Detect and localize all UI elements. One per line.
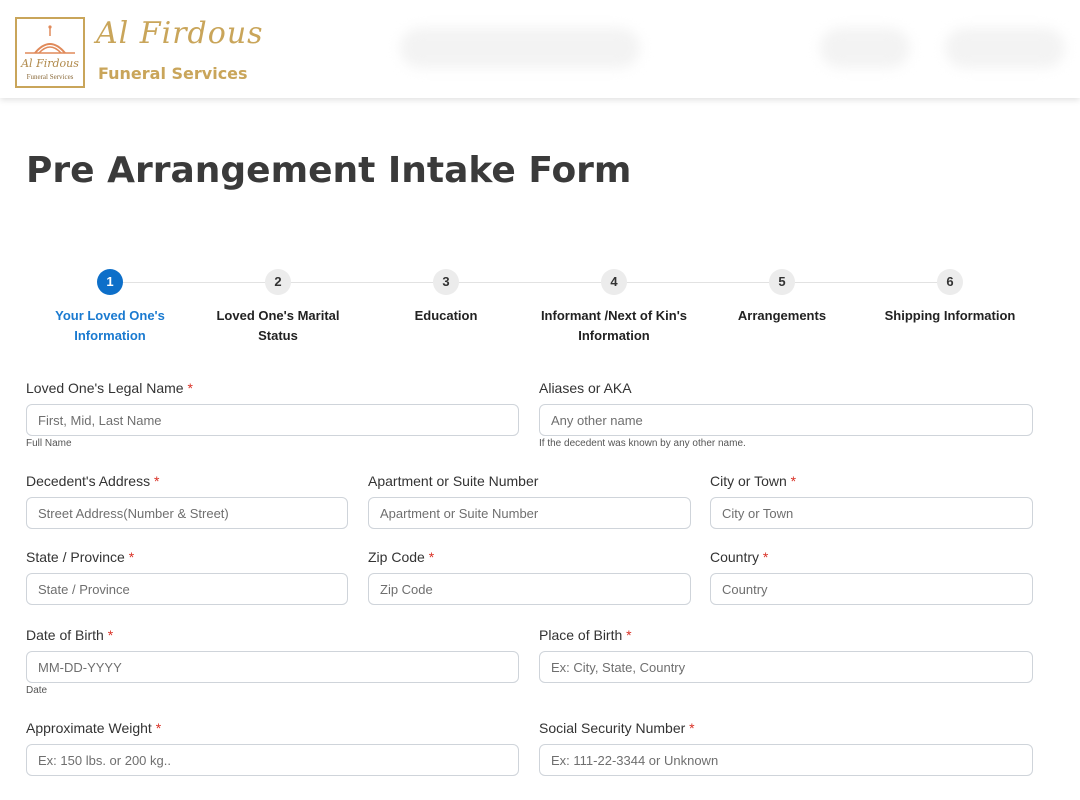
step-5[interactable]: 5 Arrangements [698, 268, 866, 326]
weight-field: Approximate Weight * [26, 718, 519, 776]
state-field: State / Province * [26, 547, 348, 605]
aliases-input[interactable] [539, 404, 1033, 436]
logo-badge-name: Al Firdous [21, 57, 79, 70]
step-label: Arrangements [737, 308, 827, 323]
pob-field: Place of Birth * [539, 625, 1033, 683]
step-number: 5 [769, 269, 795, 295]
address-label: Decedent's Address * [26, 473, 160, 489]
page-title: Pre Arrangement Intake Form [26, 150, 632, 191]
legal-name-input[interactable] [26, 404, 519, 436]
step-4[interactable]: 4 Informant /Next of Kin's Information [530, 268, 698, 346]
form-stepper: 1 Your Loved One's Information 2 Loved On… [26, 268, 1034, 348]
zip-field: Zip Code * [368, 547, 691, 605]
step-label: Shipping Information [884, 308, 1016, 323]
aliases-label: Aliases or AKA [539, 380, 632, 396]
dob-help: Date [26, 685, 48, 696]
step-6[interactable]: 6 Shipping Information [866, 268, 1034, 326]
step-number: 1 [97, 269, 123, 295]
state-label: State / Province * [26, 549, 135, 565]
state-input[interactable] [26, 573, 348, 605]
dob-label: Date of Birth * [26, 627, 114, 643]
legal-name-help: Full Name [26, 438, 72, 449]
weight-label: Approximate Weight * [26, 720, 162, 736]
city-input[interactable] [710, 497, 1033, 529]
dob-field: Date of Birth * Date [26, 625, 519, 696]
step-number: 3 [433, 269, 459, 295]
address-input[interactable] [26, 497, 348, 529]
weight-input[interactable] [26, 744, 519, 776]
apartment-field: Apartment or Suite Number [368, 471, 691, 529]
logo-badge-subtitle: Funeral Services [26, 73, 74, 81]
legal-name-label: Loved One's Legal Name * [26, 380, 193, 396]
address-field: Decedent's Address * [26, 471, 348, 529]
city-field: City or Town * [710, 471, 1033, 529]
city-label: City or Town * [710, 473, 797, 489]
aliases-field: Aliases or AKA If the decedent was known… [539, 378, 1033, 449]
site-header: Al Firdous Funeral Services Al Firdous F… [0, 0, 1080, 98]
step-2[interactable]: 2 Loved One's Marital Status [194, 268, 362, 346]
country-input[interactable] [710, 573, 1033, 605]
mosque-dome-logo-icon [25, 25, 75, 54]
pob-input[interactable] [539, 651, 1033, 683]
dob-input[interactable] [26, 651, 519, 683]
blurred-navigation [400, 28, 1080, 68]
step-number: 4 [601, 269, 627, 295]
brand-name[interactable]: Funeral Services [98, 64, 248, 83]
step-label: Loved One's Marital Status [216, 308, 340, 343]
ssn-field: Social Security Number * [539, 718, 1033, 776]
country-field: Country * [710, 547, 1033, 605]
step-label: Informant /Next of Kin's Information [540, 308, 688, 343]
country-label: Country * [710, 549, 769, 565]
legal-name-field: Loved One's Legal Name * Full Name [26, 378, 519, 449]
step-number: 6 [937, 269, 963, 295]
ssn-label: Social Security Number * [539, 720, 695, 736]
step-3[interactable]: 3 Education [362, 268, 530, 326]
pob-label: Place of Birth * [539, 627, 632, 643]
step-label: Your Loved One's Information [55, 308, 165, 343]
apartment-input[interactable] [368, 497, 691, 529]
zip-input[interactable] [368, 573, 691, 605]
step-label: Education [414, 308, 478, 323]
apartment-label: Apartment or Suite Number [368, 473, 539, 489]
step-1[interactable]: 1 Your Loved One's Information [26, 268, 194, 346]
zip-label: Zip Code * [368, 549, 435, 565]
step-number: 2 [265, 269, 291, 295]
ssn-input[interactable] [539, 744, 1033, 776]
brand-script-name[interactable]: Al Firdous [96, 16, 264, 51]
aliases-help: If the decedent was known by any other n… [539, 438, 746, 449]
logo-badge[interactable]: Al Firdous Funeral Services [15, 17, 85, 88]
